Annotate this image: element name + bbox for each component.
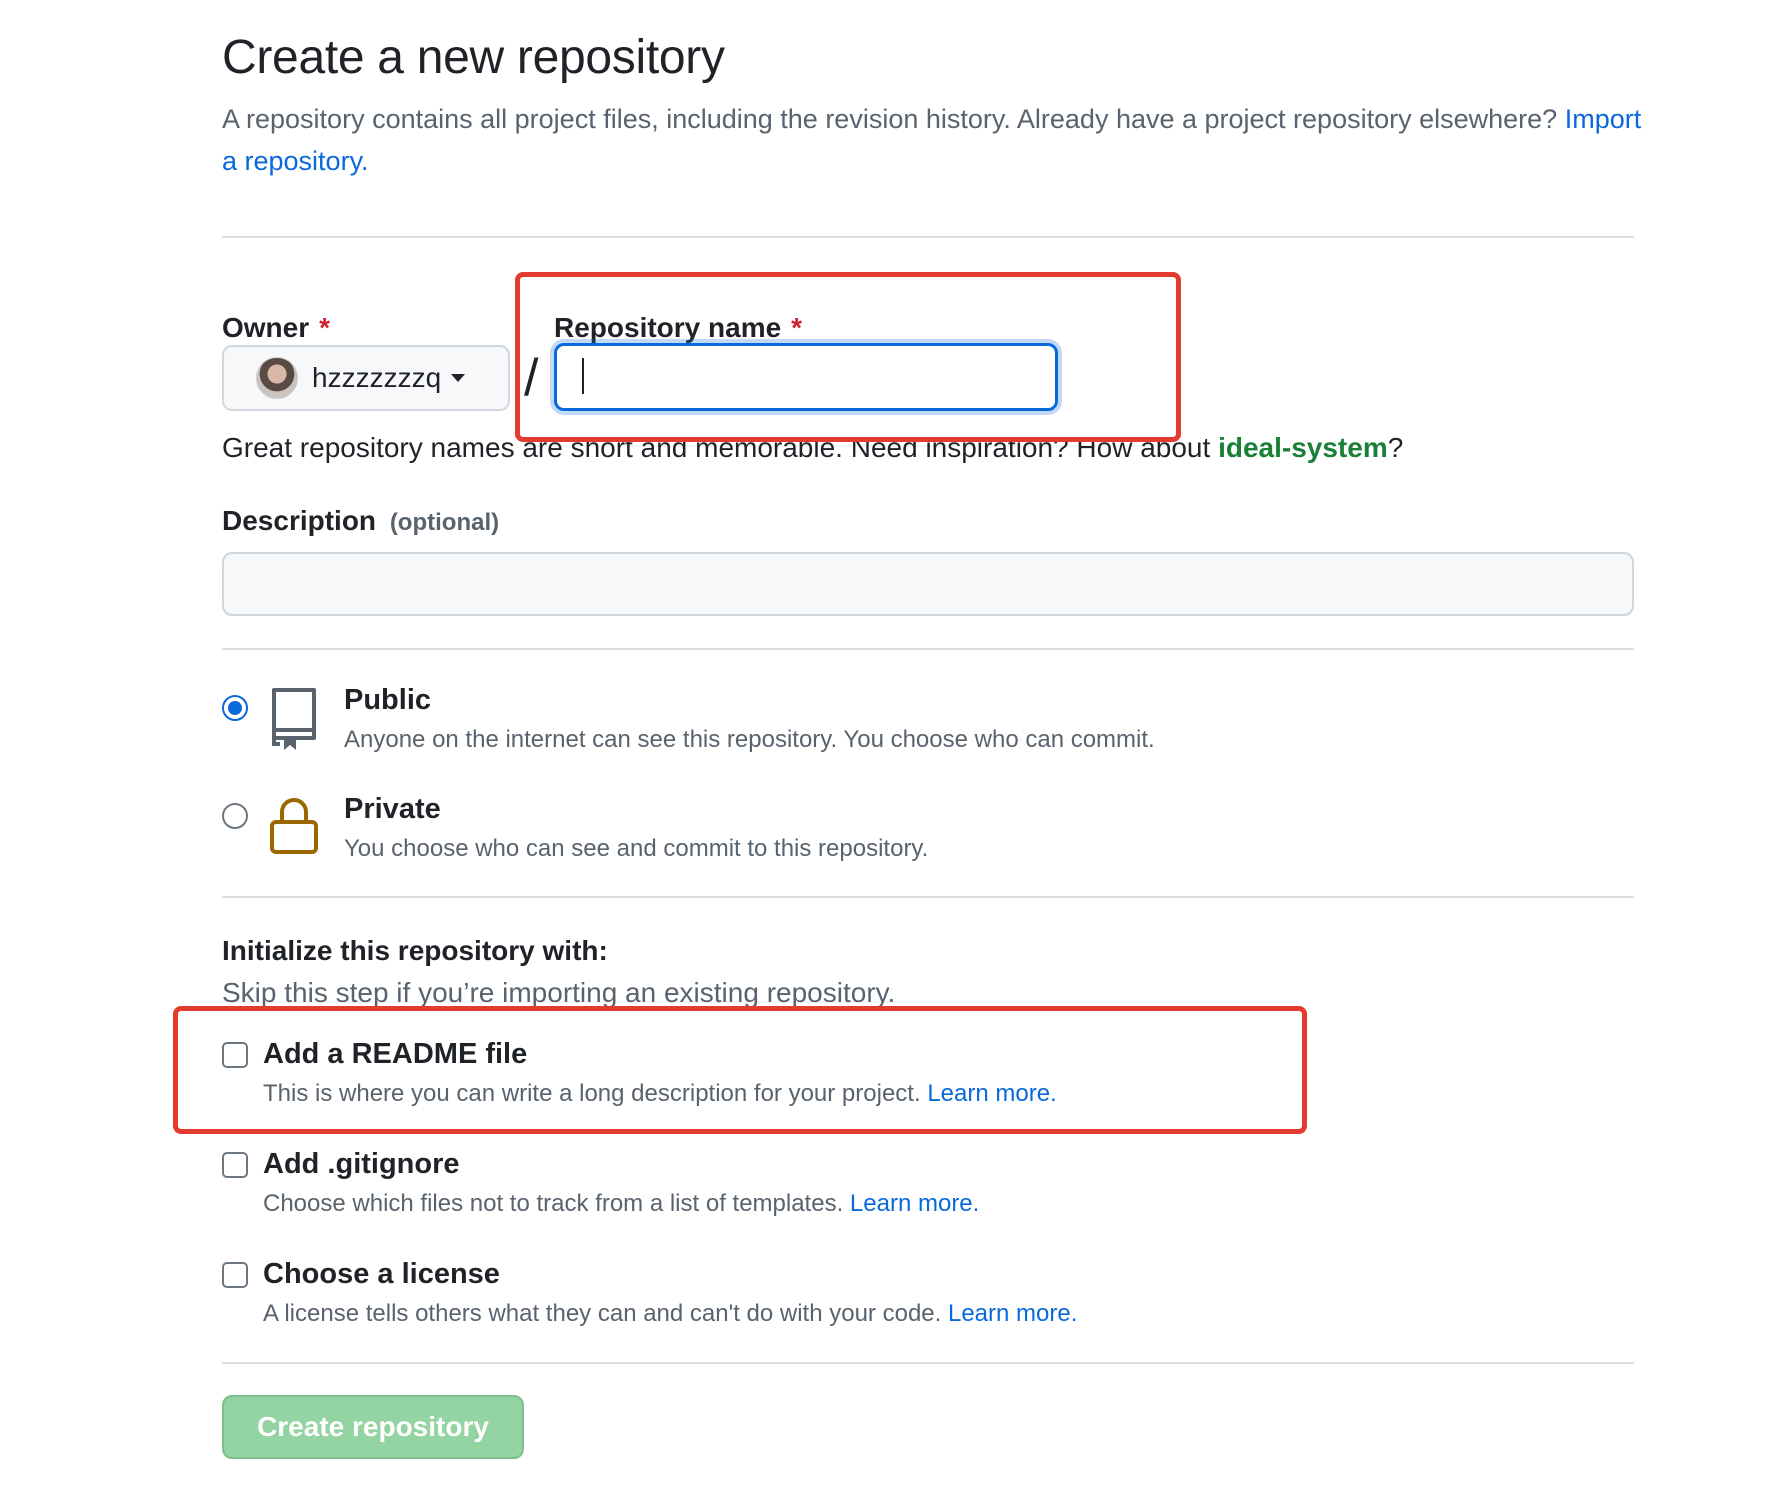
gitignore-desc: Choose which files not to track from a l… [263, 1190, 979, 1218]
repository-name-input[interactable] [554, 343, 1058, 411]
readme-checkbox[interactable] [222, 1042, 248, 1068]
divider [222, 1362, 1634, 1364]
intro-text: A repository contains all project files,… [222, 98, 1642, 182]
repository-name-hint: Great repository names are short and mem… [222, 432, 1403, 464]
description-label-text: Description [222, 505, 377, 536]
readme-learn-more-link[interactable]: Learn more. [927, 1080, 1056, 1107]
gitignore-desc-text: Choose which files not to track from a l… [263, 1190, 844, 1217]
license-title: Choose a license [263, 1258, 500, 1290]
intro-description: A repository contains all project files,… [222, 104, 1558, 134]
owner-label: Owner * [222, 312, 330, 344]
license-desc: A license tells others what they can and… [263, 1300, 1077, 1328]
gitignore-learn-more-link[interactable]: Learn more. [850, 1190, 979, 1217]
divider [222, 896, 1634, 898]
name-suggestion-link[interactable]: ideal-system [1218, 432, 1388, 463]
readme-title: Add a README file [263, 1038, 528, 1070]
owner-label-text: Owner [222, 312, 310, 343]
gitignore-title: Add .gitignore [263, 1148, 460, 1180]
divider [222, 648, 1634, 650]
readme-desc: This is where you can write a long descr… [263, 1080, 1057, 1108]
initialize-subtitle: Skip this step if you’re importing an ex… [222, 977, 896, 1008]
license-learn-more-link[interactable]: Learn more. [948, 1300, 1077, 1327]
lock-icon [270, 798, 318, 854]
public-radio[interactable] [222, 695, 248, 721]
chevron-down-icon [451, 374, 466, 382]
repository-name-label: Repository name * [554, 312, 802, 344]
avatar [256, 357, 298, 399]
gitignore-checkbox[interactable] [222, 1152, 248, 1178]
owner-select-button[interactable]: hzzzzzzzq [222, 345, 510, 411]
description-input[interactable] [222, 552, 1634, 616]
private-radio[interactable] [222, 803, 248, 829]
initialize-title: Initialize this repository with: [222, 935, 608, 966]
owner-repo-separator: / [524, 349, 539, 407]
required-mark: * [319, 312, 331, 343]
hint-text: Great repository names are short and mem… [222, 432, 1211, 463]
description-label: Description (optional) [222, 505, 499, 537]
repository-name-label-text: Repository name [554, 312, 782, 343]
hint-suffix: ? [1387, 432, 1404, 463]
readme-desc-text: This is where you can write a long descr… [263, 1080, 921, 1107]
required-mark: * [791, 312, 803, 343]
license-checkbox[interactable] [222, 1262, 248, 1288]
license-desc-text: A license tells others what they can and… [263, 1300, 942, 1327]
owner-name: hzzzzzzzq [312, 362, 442, 393]
public-option-desc: Anyone on the internet can see this repo… [344, 726, 1155, 753]
text-cursor [582, 358, 584, 394]
private-option-desc: You choose who can see and commit to thi… [344, 835, 929, 862]
create-repo-page: Create a new repository A repository con… [0, 0, 1778, 1496]
create-repository-button[interactable]: Create repository [222, 1395, 524, 1459]
repo-icon [272, 688, 316, 750]
optional-tag: (optional) [389, 509, 500, 536]
private-option-title: Private [344, 793, 441, 825]
public-option-title: Public [344, 684, 432, 716]
page-title: Create a new repository [222, 31, 725, 84]
divider [222, 236, 1634, 238]
